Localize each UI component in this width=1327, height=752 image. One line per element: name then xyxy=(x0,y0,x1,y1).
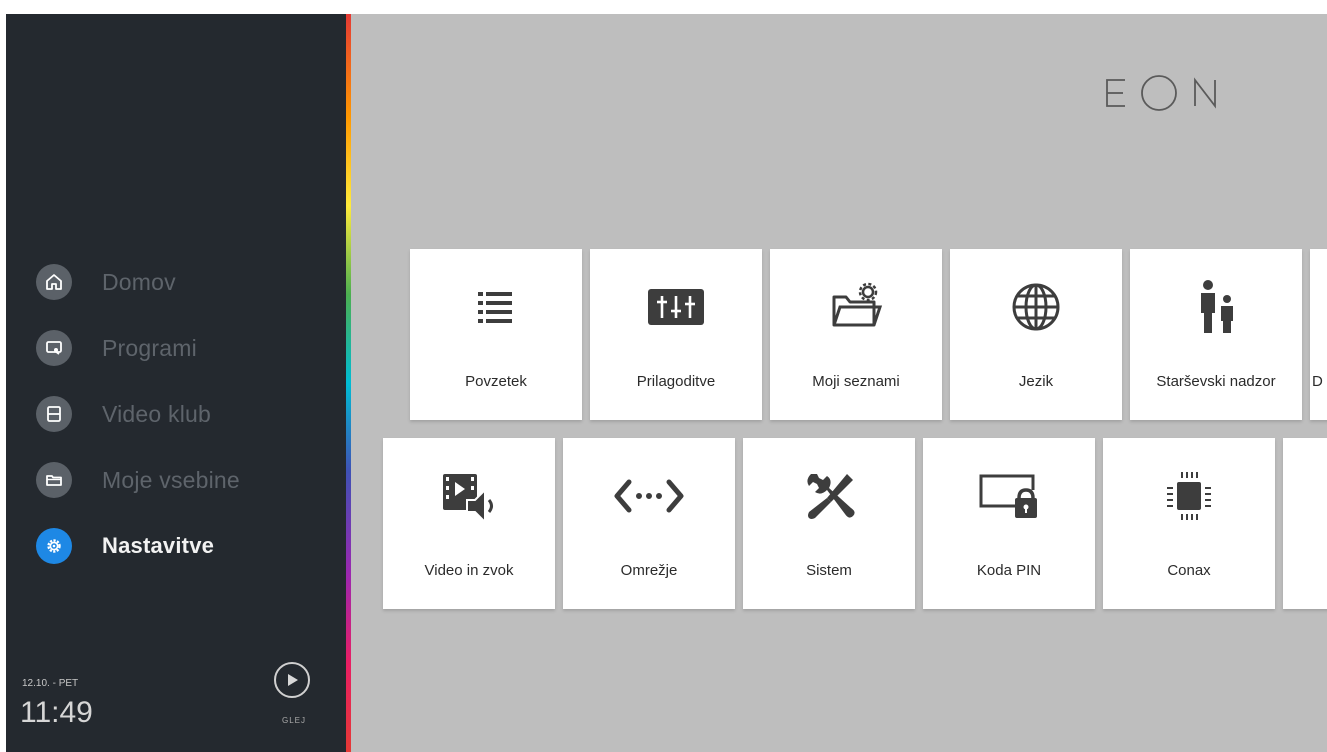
sidebar: Domov Programi Video klub Moje vsebine N… xyxy=(6,14,346,752)
sidebar-item-label: Moje vsebine xyxy=(102,466,240,493)
tile-jezik[interactable]: Jezik xyxy=(950,249,1122,420)
sidebar-item-moje-vsebine[interactable]: Moje vsebine xyxy=(36,460,240,500)
folder-settings-icon xyxy=(770,279,942,335)
tile-video-in-zvok[interactable]: Video in zvok xyxy=(383,438,555,609)
tools-icon xyxy=(743,468,915,524)
play-icon xyxy=(288,674,298,686)
tile-label: D xyxy=(1312,373,1323,390)
sidebar-item-programi[interactable]: Programi xyxy=(36,328,197,368)
tile-label: Koda PIN xyxy=(976,562,1042,579)
tile-prilagoditve[interactable]: Prilagoditve xyxy=(590,249,762,420)
eon-logo xyxy=(1103,75,1237,111)
sidebar-item-video-klub[interactable]: Video klub xyxy=(36,394,211,434)
sidebar-item-domov[interactable]: Domov xyxy=(36,262,176,302)
tile-koda-pin[interactable]: Koda PIN xyxy=(923,438,1095,609)
equalizer-icon xyxy=(590,279,762,335)
screen-lock-icon xyxy=(923,468,1095,524)
tile-label: Conax xyxy=(1167,562,1211,579)
home-icon xyxy=(36,264,72,300)
tile-conax[interactable]: Conax xyxy=(1103,438,1275,609)
date-label: 12.10. - PET xyxy=(22,678,79,689)
tile-moji-seznami[interactable]: Moji seznami xyxy=(770,249,942,420)
video-sound-icon xyxy=(383,468,555,524)
globe-icon xyxy=(950,279,1122,335)
tv-icon xyxy=(36,330,72,366)
list-icon xyxy=(410,279,582,335)
clock: 11:49 xyxy=(20,696,93,729)
tile-label: Prilagoditve xyxy=(636,373,716,390)
play-button[interactable] xyxy=(274,662,310,698)
settings-panel: Povzetek Prilagoditve Moji seznami Jezik… xyxy=(351,14,1327,752)
tile-partial-d[interactable]: D xyxy=(1310,249,1327,420)
sidebar-item-label: Programi xyxy=(102,334,197,361)
tile-label: Povzetek xyxy=(465,373,527,390)
tile-omrezje[interactable]: Omrežje xyxy=(563,438,735,609)
tile-label: Video in zvok xyxy=(424,562,514,579)
chip-icon xyxy=(1103,468,1275,524)
tile-partial[interactable] xyxy=(1283,438,1327,609)
sidebar-item-label: Nastavitve xyxy=(102,533,215,558)
parent-child-icon xyxy=(1130,279,1302,335)
sidebar-item-label: Domov xyxy=(102,268,176,295)
folder-icon xyxy=(36,462,72,498)
tile-label: Omrežje xyxy=(620,562,678,579)
tile-povzetek[interactable]: Povzetek xyxy=(410,249,582,420)
tile-label: Moji seznami xyxy=(812,373,900,390)
tile-label: Jezik xyxy=(1018,373,1054,390)
sidebar-item-label: Video klub xyxy=(102,400,211,427)
tile-label: Sistem xyxy=(806,562,852,579)
sidebar-item-nastavitve[interactable]: Nastavitve xyxy=(36,526,214,566)
play-label: GLEJ xyxy=(282,716,307,725)
gear-icon xyxy=(36,528,72,564)
tile-starsevski-nadzor[interactable]: Starševski nadzor xyxy=(1130,249,1302,420)
network-icon xyxy=(563,468,735,524)
tile-sistem[interactable]: Sistem xyxy=(743,438,915,609)
tile-label: Starševski nadzor xyxy=(1156,373,1276,390)
film-icon xyxy=(36,396,72,432)
